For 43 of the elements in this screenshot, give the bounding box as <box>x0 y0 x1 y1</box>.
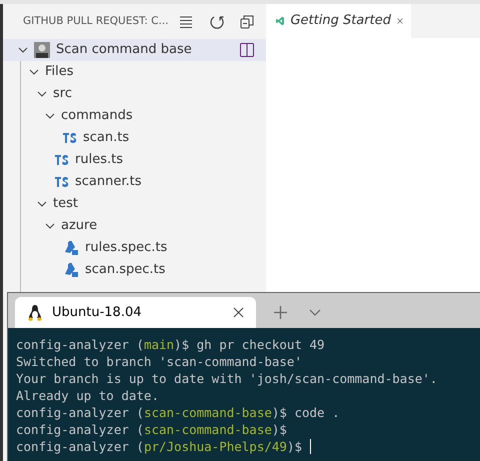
terminal-line: config-analyzer (scan-command-base)$ code . <box>16 404 341 421</box>
folder-label[interactable]: src <box>53 84 72 104</box>
chevron-down-icon[interactable] <box>45 221 55 231</box>
list-icon[interactable] <box>178 14 194 30</box>
typescript-icon <box>55 155 69 165</box>
editor-tab[interactable]: Getting Started <box>266 4 411 38</box>
penguin-icon <box>28 304 42 320</box>
folder-label[interactable]: Files <box>45 62 74 82</box>
terminal-line: config-analyzer (main)$ gh pr checkout 49 <box>16 336 326 353</box>
refresh-icon[interactable] <box>209 14 225 30</box>
chevron-down-icon[interactable] <box>29 67 39 77</box>
terminal-tab[interactable]: Ubuntu-18.04 <box>15 297 256 328</box>
folder-label[interactable]: test <box>53 194 78 214</box>
tab-label: Getting Started <box>290 12 391 30</box>
file-label[interactable]: scanner.ts <box>75 172 142 192</box>
close-icon[interactable] <box>396 16 403 26</box>
chevron-down-icon[interactable] <box>18 45 28 55</box>
pull-request-row[interactable]: Scan command base <box>3 39 266 61</box>
chevron-down-icon[interactable] <box>37 89 47 99</box>
collapse-all-icon[interactable] <box>240 14 254 28</box>
chevron-down-icon[interactable] <box>37 199 47 209</box>
typescript-icon <box>63 133 77 143</box>
split-view-icon[interactable] <box>240 43 254 57</box>
plus-icon[interactable] <box>274 306 287 319</box>
close-icon[interactable] <box>233 307 244 318</box>
file-label[interactable]: scan.ts <box>83 128 130 148</box>
vscode-logo-icon <box>276 14 284 28</box>
panel-title: GITHUB PULL REQUEST: C... <box>23 14 170 29</box>
terminal-line: Your branch is up to date with 'josh/scan-command-base'. <box>16 370 438 387</box>
typescript-icon <box>55 177 69 187</box>
terminal-line: config-analyzer (pr/Joshua-Phelps/49)$ <box>16 438 472 455</box>
chevron-down-icon[interactable] <box>45 111 55 121</box>
file-label[interactable]: scan.spec.ts <box>85 260 166 280</box>
avatar <box>34 42 50 58</box>
file-label[interactable]: rules.ts <box>75 150 123 170</box>
file-label[interactable]: rules.spec.ts <box>85 238 168 258</box>
terminal-line: Switched to branch 'scan-command-base' <box>16 353 303 370</box>
pull-request-title: Scan command base <box>56 41 193 60</box>
terminal-line: Already up to date. <box>16 387 160 404</box>
terminal-line: config-analyzer (scan-command-base)$ <box>16 421 288 438</box>
folder-label[interactable]: commands <box>61 106 133 126</box>
tab-label: Ubuntu-18.04 <box>52 304 142 322</box>
folder-label[interactable]: azure <box>61 216 98 236</box>
